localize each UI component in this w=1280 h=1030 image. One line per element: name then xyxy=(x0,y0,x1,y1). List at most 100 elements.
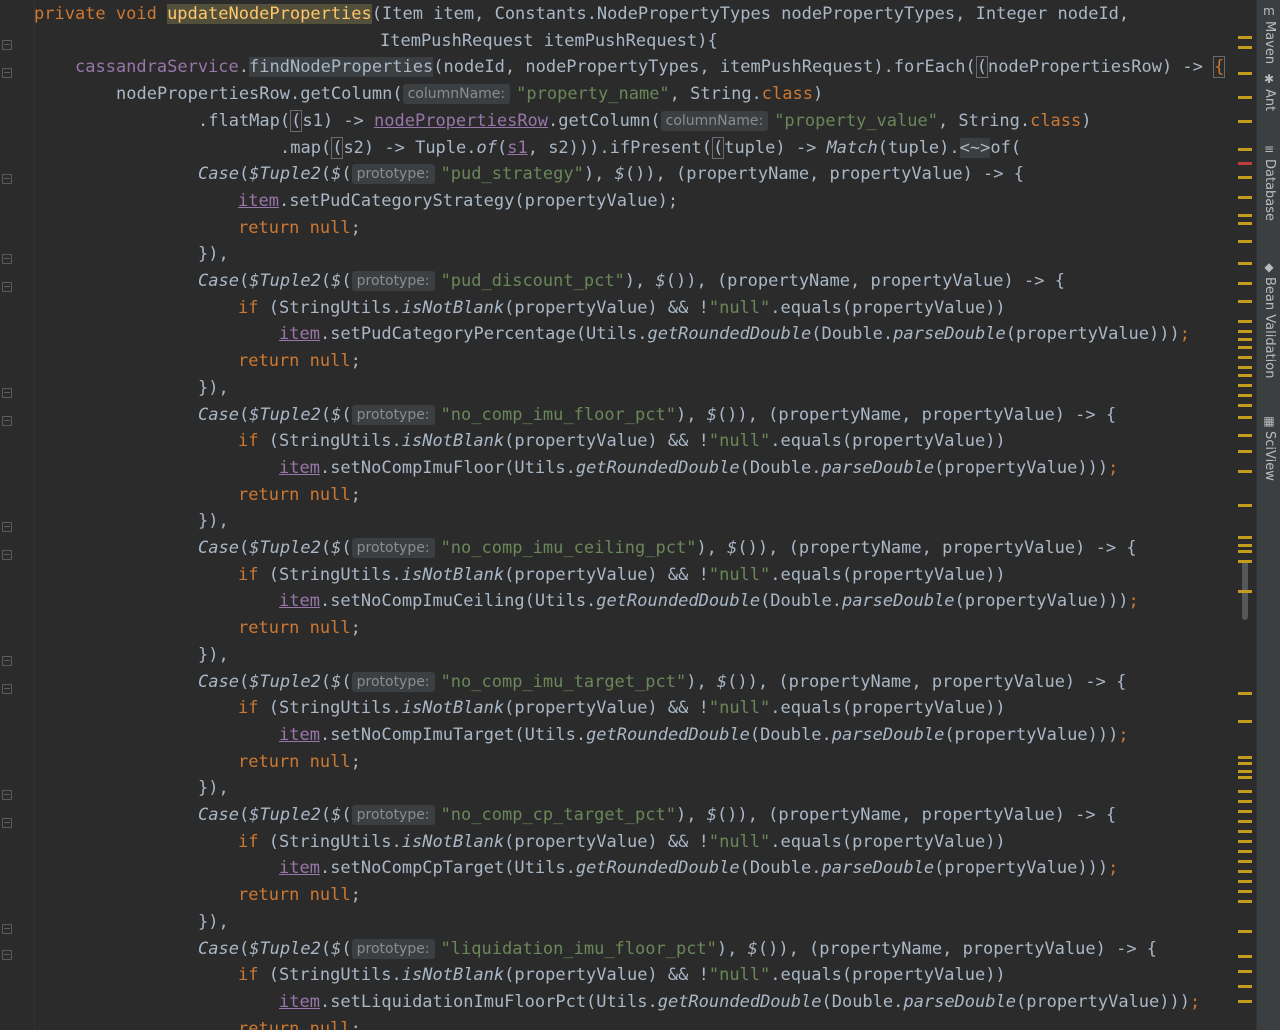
stripe-marker[interactable] xyxy=(1238,762,1252,765)
code-line[interactable]: if (StringUtils.isNotBlank(propertyValue… xyxy=(238,562,1006,588)
code-line[interactable]: Case($Tuple2($(prototype: "pud_discount_p… xyxy=(198,268,1065,294)
stripe-marker[interactable] xyxy=(1238,800,1252,803)
code-line[interactable]: if (StringUtils.isNotBlank(propertyValue… xyxy=(238,295,1006,321)
code-line[interactable]: nodePropertiesRow.getColumn(columnName: "… xyxy=(116,81,823,107)
code-line[interactable]: return null; xyxy=(238,348,361,374)
stripe-marker[interactable] xyxy=(1238,366,1252,369)
code-line[interactable]: item.setNoCompCpTarget(Utils.getRoundedD… xyxy=(279,855,1118,881)
stripe-marker[interactable] xyxy=(1238,850,1252,853)
stripe-marker[interactable] xyxy=(1238,222,1252,225)
tool-window-maven[interactable]: m Maven xyxy=(1257,4,1280,64)
tool-window-bean-validation[interactable]: ◆ Bean Validation xyxy=(1257,260,1280,378)
code-line[interactable]: .map((s2) -> Tuple.of(s1, s2))).ifPresen… xyxy=(280,135,1021,161)
code-line[interactable]: return null; xyxy=(238,749,361,775)
stripe-marker[interactable] xyxy=(1238,560,1252,563)
stripe-marker[interactable] xyxy=(1238,550,1252,553)
stripe-marker[interactable] xyxy=(1238,176,1252,179)
stripe-marker[interactable] xyxy=(1238,470,1252,473)
stripe-marker[interactable] xyxy=(1238,930,1252,933)
stripe-marker[interactable] xyxy=(1238,434,1252,437)
stripe-marker[interactable] xyxy=(1238,870,1252,873)
stripe-marker[interactable] xyxy=(1238,544,1252,547)
code-line[interactable]: return null; xyxy=(238,215,361,241)
code-line[interactable]: .flatMap((s1) -> nodePropertiesRow.getCo… xyxy=(198,108,1092,134)
tool-window-sciview[interactable]: ▦ SciView xyxy=(1257,414,1280,481)
stripe-marker[interactable] xyxy=(1238,1000,1252,1003)
stripe-marker[interactable] xyxy=(1238,356,1252,359)
stripe-marker[interactable] xyxy=(1238,300,1252,303)
code-line[interactable]: item.setNoCompImuTarget(Utils.getRounded… xyxy=(279,722,1129,748)
code-line[interactable]: return null; xyxy=(238,1016,361,1030)
code-line[interactable]: Case($Tuple2($(prototype: "no_comp_imu_ta… xyxy=(198,669,1126,695)
stripe-marker[interactable] xyxy=(1238,955,1252,958)
stripe-marker[interactable] xyxy=(1238,504,1252,507)
stripe-marker[interactable] xyxy=(1238,900,1252,903)
code-line[interactable]: if (StringUtils.isNotBlank(propertyValue… xyxy=(238,829,1006,855)
code-line[interactable]: }), xyxy=(198,909,229,935)
stripe-marker[interactable] xyxy=(1238,810,1252,813)
code-line[interactable]: if (StringUtils.isNotBlank(propertyValue… xyxy=(238,428,1006,454)
stripe-marker[interactable] xyxy=(1238,404,1252,407)
tool-window-ant[interactable]: ✱ Ant xyxy=(1257,72,1280,111)
code-line[interactable]: cassandraService.findNodeProperties(node… xyxy=(75,54,1226,80)
stripe-marker[interactable] xyxy=(1238,240,1252,243)
stripe-marker[interactable] xyxy=(1238,720,1252,723)
code-line[interactable]: item.setLiquidationImuFloorPct(Utils.get… xyxy=(279,989,1200,1015)
code-line[interactable]: item.setNoCompImuCeiling(Utils.getRounde… xyxy=(279,588,1139,614)
stripe-marker[interactable] xyxy=(1238,890,1252,893)
stripe-marker[interactable] xyxy=(1238,394,1252,397)
code-line[interactable]: return null; xyxy=(238,482,361,508)
stripe-marker[interactable] xyxy=(1238,692,1252,695)
stripe-marker[interactable] xyxy=(1238,262,1252,265)
stripe-marker[interactable] xyxy=(1238,590,1252,593)
stripe-marker[interactable] xyxy=(1238,416,1252,419)
code-line[interactable]: }), xyxy=(198,375,229,401)
stripe-marker[interactable] xyxy=(1238,46,1252,49)
stripe-marker[interactable] xyxy=(1238,770,1252,773)
code-line[interactable]: if (StringUtils.isNotBlank(propertyValue… xyxy=(238,695,1006,721)
stripe-marker[interactable] xyxy=(1238,72,1252,75)
stripe-marker[interactable] xyxy=(1238,120,1252,123)
error-marker[interactable] xyxy=(1238,162,1252,165)
stripe-marker[interactable] xyxy=(1238,384,1252,387)
code-line[interactable]: Case($Tuple2($(prototype: "no_comp_cp_tar… xyxy=(198,802,1116,828)
code-line[interactable]: Case($Tuple2($(prototype: "liquidation_im… xyxy=(198,936,1157,962)
code-line[interactable]: }), xyxy=(198,642,229,668)
stripe-marker[interactable] xyxy=(1238,790,1252,793)
stripe-marker[interactable] xyxy=(1238,320,1252,323)
stripe-marker[interactable] xyxy=(1238,374,1252,377)
code-line[interactable]: if (StringUtils.isNotBlank(propertyValue… xyxy=(238,962,1006,988)
code-line[interactable]: ItemPushRequest itemPushRequest){ xyxy=(380,28,718,54)
stripe-marker[interactable] xyxy=(1238,148,1252,151)
stripe-marker[interactable] xyxy=(1238,346,1252,349)
code-editor[interactable]: private void updateNodeProperties(Item i… xyxy=(0,0,1230,1030)
code-line[interactable]: return null; xyxy=(238,615,361,641)
code-line[interactable]: item.setPudCategoryPercentage(Utils.getR… xyxy=(279,321,1190,347)
code-line[interactable]: item.setNoCompImuFloor(Utils.getRoundedD… xyxy=(279,455,1118,481)
stripe-marker[interactable] xyxy=(1238,985,1252,988)
stripe-marker[interactable] xyxy=(1238,282,1252,285)
code-line[interactable]: Case($Tuple2($(prototype: "no_comp_imu_fl… xyxy=(198,402,1116,428)
code-line[interactable]: }), xyxy=(198,241,229,267)
stripe-marker[interactable] xyxy=(1238,214,1252,217)
stripe-marker[interactable] xyxy=(1238,450,1252,453)
tool-window-database[interactable]: ≡ Database xyxy=(1257,142,1280,221)
code-line[interactable]: private void updateNodeProperties(Item i… xyxy=(34,1,1129,27)
stripe-marker[interactable] xyxy=(1238,970,1252,973)
stripe-marker[interactable] xyxy=(1238,338,1252,341)
stripe-marker[interactable] xyxy=(1238,96,1252,99)
code-line[interactable]: return null; xyxy=(238,882,361,908)
error-stripe[interactable] xyxy=(1230,0,1256,1030)
code-line[interactable]: Case($Tuple2($(prototype: "pud_strategy")… xyxy=(198,161,1024,187)
stripe-marker[interactable] xyxy=(1238,820,1252,823)
code-line[interactable]: }), xyxy=(198,775,229,801)
stripe-marker[interactable] xyxy=(1238,880,1252,883)
stripe-marker[interactable] xyxy=(1238,536,1252,539)
stripe-marker[interactable] xyxy=(1238,776,1252,779)
stripe-marker[interactable] xyxy=(1238,860,1252,863)
code-line[interactable]: }), xyxy=(198,508,229,534)
code-line[interactable]: Case($Tuple2($(prototype: "no_comp_imu_ce… xyxy=(198,535,1137,561)
stripe-marker[interactable] xyxy=(1238,830,1252,833)
stripe-marker[interactable] xyxy=(1238,36,1252,39)
stripe-marker[interactable] xyxy=(1238,196,1252,199)
